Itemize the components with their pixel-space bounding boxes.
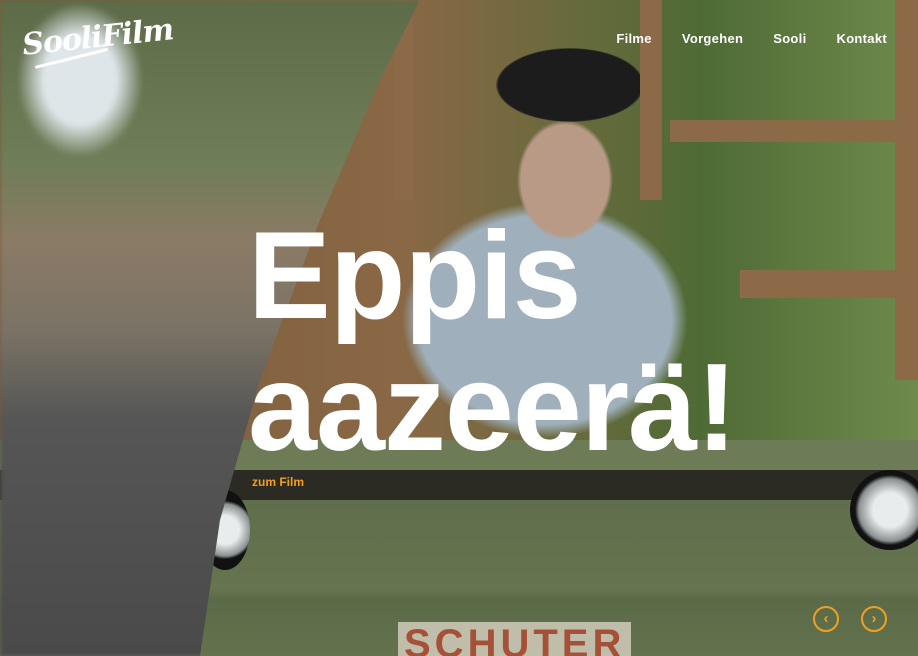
chevron-left-icon: ‹ [823, 610, 829, 627]
main-nav: Filme Vorgehen Sooli Kontakt [616, 31, 887, 46]
nav-sooli[interactable]: Sooli [773, 31, 806, 46]
license-plate-text: SCHUTER [398, 622, 632, 656]
nav-filme[interactable]: Filme [616, 31, 651, 46]
hero-title: Eppis aazeerä! [248, 207, 737, 477]
wooden-rail [740, 270, 900, 298]
wooden-rail [670, 120, 900, 142]
zum-film-link[interactable]: zum Film [252, 475, 304, 489]
chevron-right-icon: › [871, 610, 877, 627]
wooden-rail [640, 0, 662, 200]
hero-title-line2: aazeerä! [248, 339, 737, 477]
nav-vorgehen[interactable]: Vorgehen [682, 31, 743, 46]
nav-kontakt[interactable]: Kontakt [837, 31, 888, 46]
slider-prev-button[interactable]: ‹ [813, 606, 839, 632]
wooden-rail [895, 0, 918, 380]
slider-next-button[interactable]: › [861, 606, 887, 632]
hero-title-line1: Eppis [248, 207, 582, 345]
